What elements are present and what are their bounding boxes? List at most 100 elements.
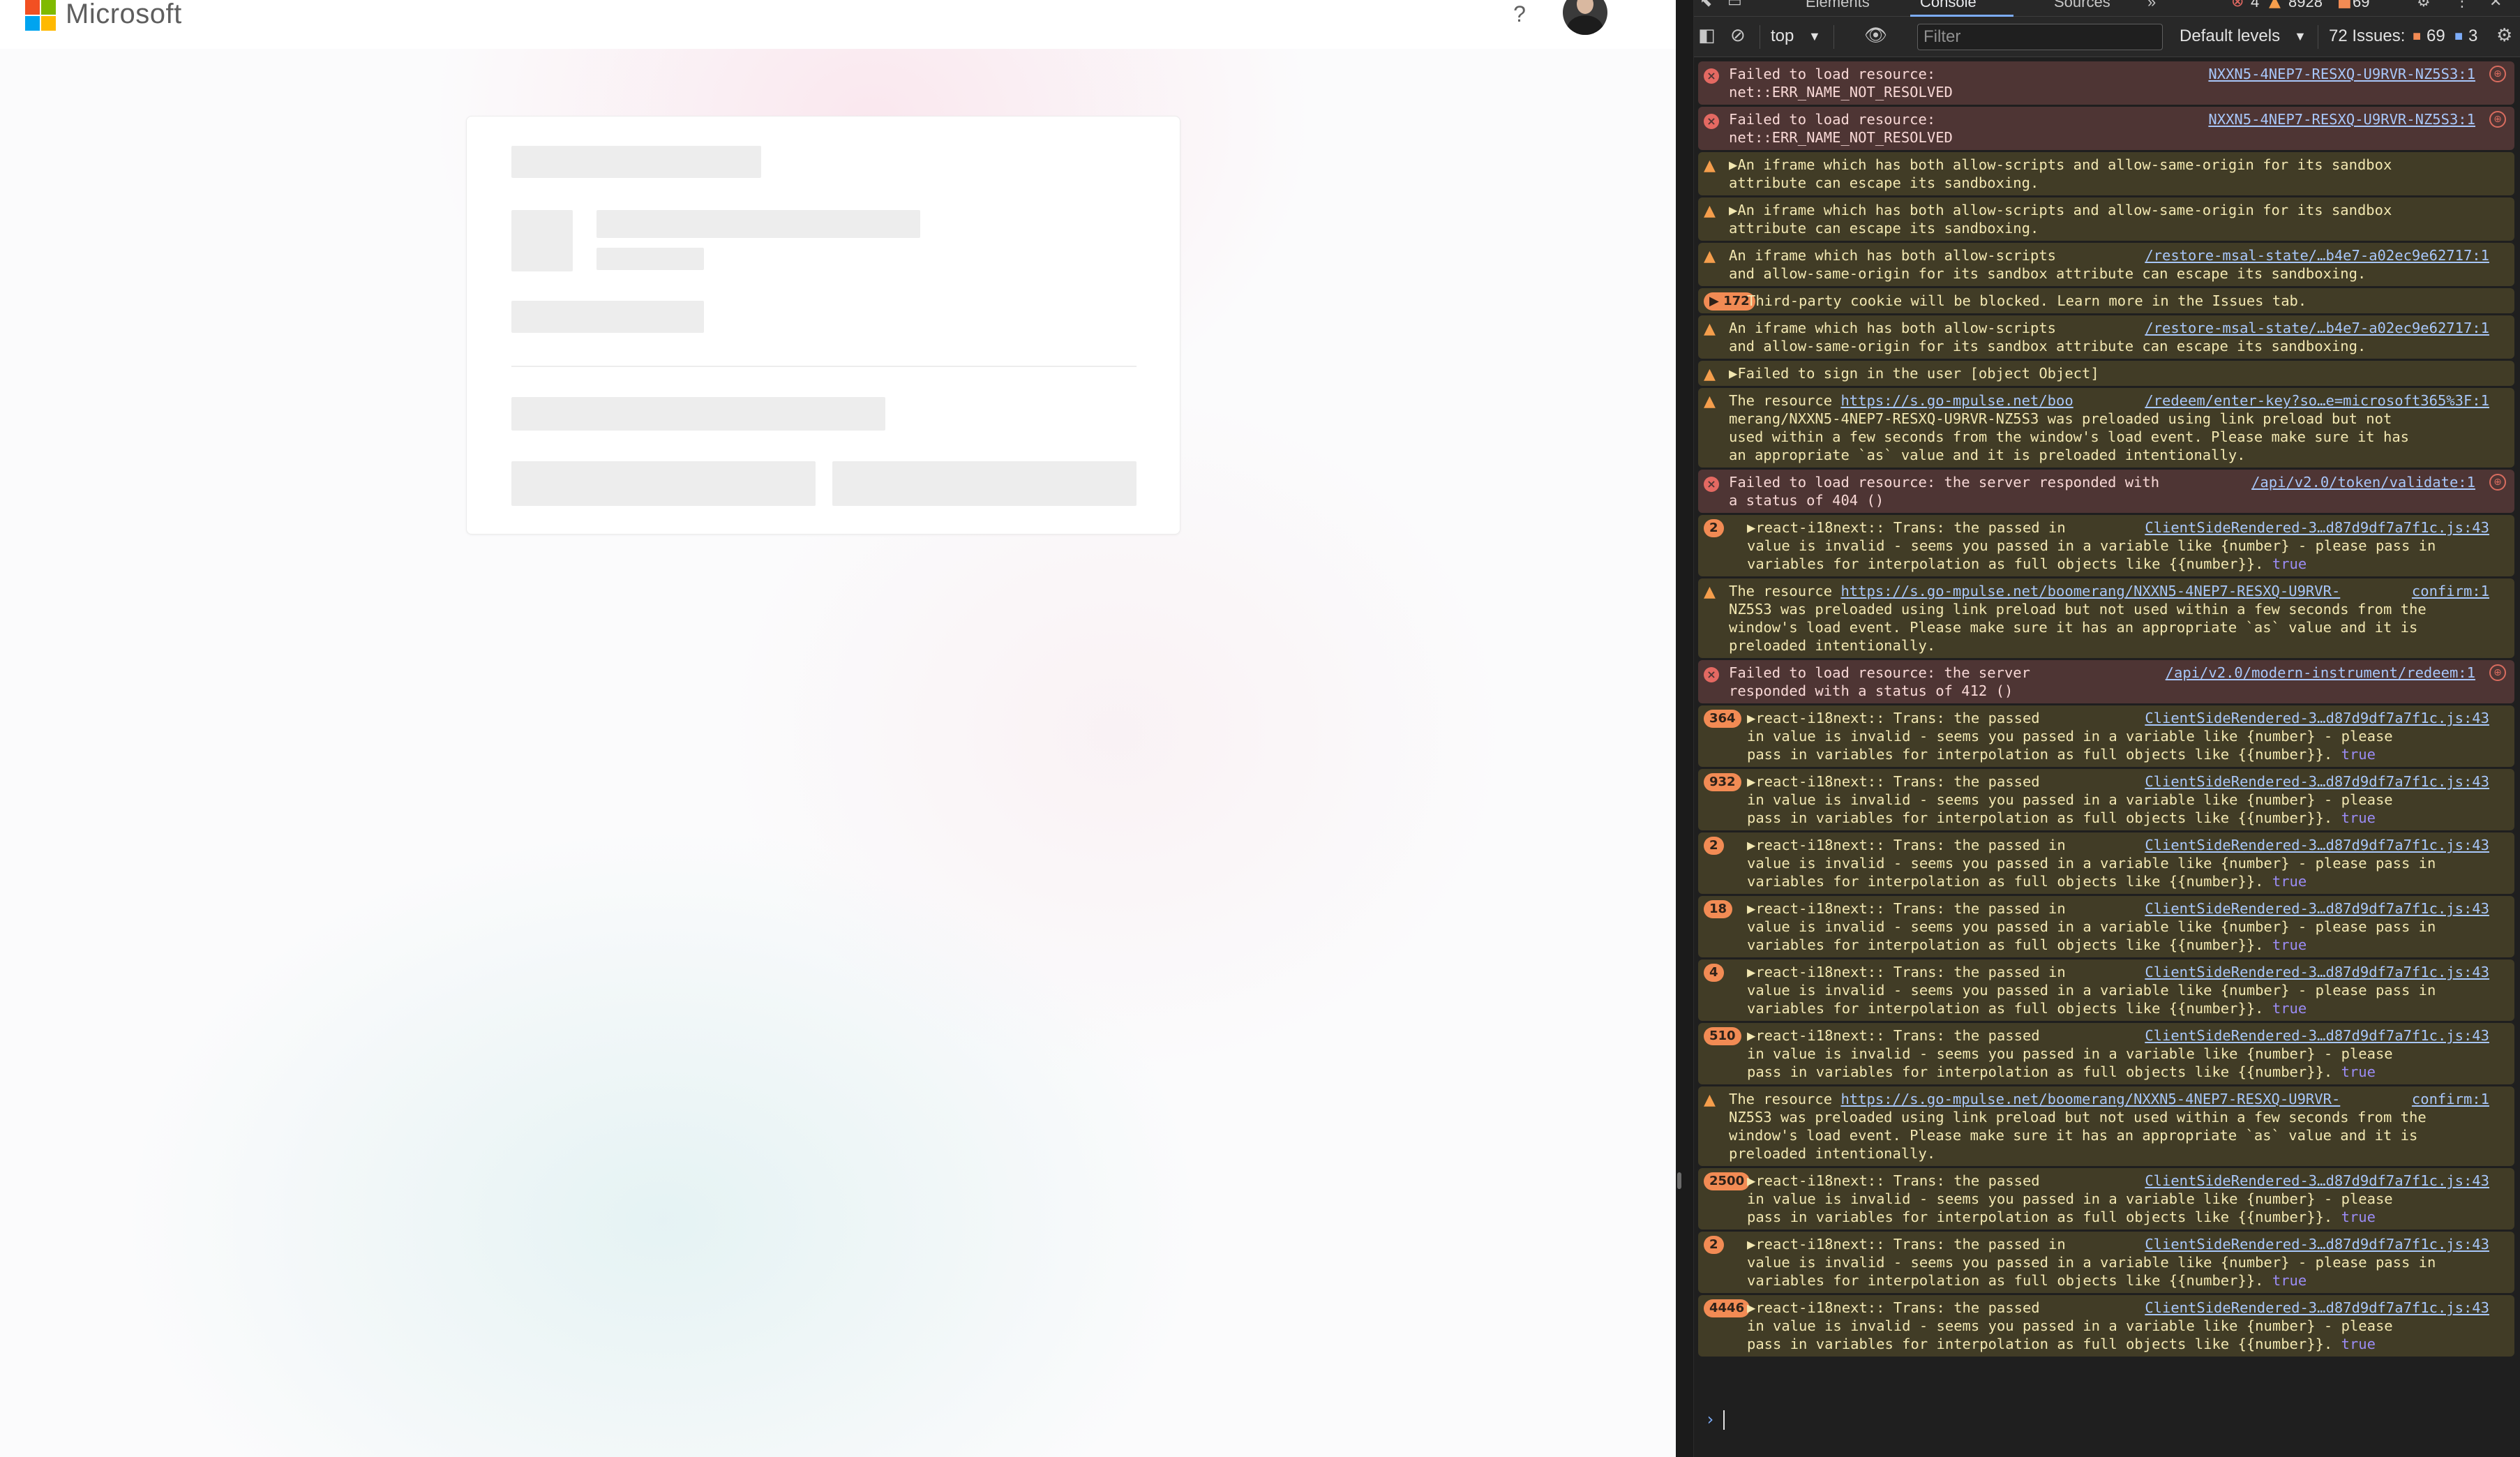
avatar[interactable] <box>1563 0 1607 35</box>
console-message-warning[interactable]: 18 ▶react-i18next:: Trans: the passed in v… <box>1698 896 2514 957</box>
inspect-element-icon[interactable]: ⬉ <box>1700 0 1712 10</box>
loading-card <box>466 116 1180 535</box>
sidebar-toggle-icon[interactable]: ◧ <box>1698 25 1716 46</box>
source-link[interactable]: ClientSideRendered-3…d87d9df7a7f1c.js:43 <box>2139 518 2489 537</box>
context-selector[interactable]: top <box>1771 27 1794 46</box>
source-link[interactable]: ClientSideRendered-3…d87d9df7a7f1c.js:43 <box>2139 1235 2489 1253</box>
chevron-down-icon[interactable]: ▼ <box>1808 27 1821 46</box>
clear-console-icon[interactable]: ⊘ <box>1730 25 1746 46</box>
source-link[interactable]: ClientSideRendered-3…d87d9df7a7f1c.js:43 <box>2139 963 2489 981</box>
source-link[interactable]: ClientSideRendered-3…d87d9df7a7f1c.js:43 <box>2139 1026 2489 1045</box>
issues-info-count[interactable]: 3 <box>2468 27 2477 46</box>
console-settings-gear-icon[interactable]: ⚙ <box>2496 25 2512 46</box>
network-request-icon[interactable]: ⊕ <box>2489 66 2506 82</box>
tab-sources[interactable]: Sources <box>2054 0 2110 11</box>
tab-elements[interactable]: Elements <box>1806 0 1870 11</box>
source-link[interactable]: /api/v2.0/modern-instrument/redeem:1 <box>2159 664 2475 682</box>
source-link[interactable]: confirm:1 <box>2406 1090 2489 1108</box>
repeat-count-badge: 2 <box>1704 1236 1724 1254</box>
message-text: Failed to load resource: net::ERR_NAME_NO… <box>1729 110 1953 147</box>
source-link[interactable]: /redeem/enter-key?so…e=microsoft365%3F:1 <box>2139 391 2489 410</box>
message-line: pass in variables for interpolation as f… <box>1747 1209 2376 1225</box>
console-message-warning[interactable]: 2 ▶react-i18next:: Trans: the passed in va… <box>1698 515 2514 576</box>
message-text: Failed to load resource: the server resp… <box>1729 473 2159 509</box>
console-message-warning[interactable]: 2 ▶react-i18next:: Trans: the passed in va… <box>1698 1232 2514 1293</box>
source-link[interactable]: ClientSideRendered-3…d87d9df7a7f1c.js:43 <box>2139 899 2489 918</box>
message-line: ▶An iframe which has both allow-scripts … <box>1729 202 2392 218</box>
console-message-warning[interactable]: ▶ 172 Third-party cookie will be blocked.… <box>1698 288 2514 313</box>
source-link[interactable]: ClientSideRendered-3…d87d9df7a7f1c.js:43 <box>2139 836 2489 854</box>
issues-warning-count[interactable]: 69 <box>2427 27 2445 46</box>
console-message-warning[interactable]: 4 ▶react-i18next:: Trans: the passed in va… <box>1698 959 2514 1021</box>
source-link[interactable]: ClientSideRendered-3…d87d9df7a7f1c.js:43 <box>2139 709 2489 727</box>
logo-blue-square <box>25 16 40 31</box>
issues-count[interactable]: 69 <box>2353 0 2369 11</box>
warning-count[interactable]: 8928 <box>2288 0 2323 11</box>
console-message-warning[interactable]: ▲ An iframe which has both allow-scripts a… <box>1698 315 2514 359</box>
console-message-warning[interactable]: 364 ▶react-i18next:: Trans: the passed in … <box>1698 705 2514 767</box>
console-message-warning[interactable]: ▲ The resource https://s.go-mpulse.net/bo… <box>1698 1086 2514 1166</box>
console-message-warning[interactable]: ▲ The resource https://s.go-mpulse.net/bo… <box>1698 388 2514 468</box>
prompt-chevron-icon: › <box>1705 1410 1716 1429</box>
source-link[interactable]: ClientSideRendered-3…d87d9df7a7f1c.js:43 <box>2139 772 2489 791</box>
source-link[interactable]: NXXN5-4NEP7-RESXQ-U9RVR-NZ5S3:1 <box>2203 65 2475 83</box>
message-line: in value is invalid - seems you passed i… <box>1747 1045 2393 1062</box>
message-line: variables for interpolation as full obje… <box>1747 555 2307 572</box>
console-message-error[interactable]: × Failed to load resource: net::ERR_NAME_N… <box>1698 61 2514 105</box>
more-options-icon[interactable]: ⋮ <box>2454 0 2470 10</box>
source-link[interactable]: ClientSideRendered-3…d87d9df7a7f1c.js:43 <box>2139 1299 2489 1317</box>
console-message-error[interactable]: × Failed to load resource: the server resp… <box>1698 660 2514 703</box>
console-message-error[interactable]: × Failed to load resource: net::ERR_NAME_N… <box>1698 107 2514 150</box>
message-line: pass in variables for interpolation as f… <box>1747 1063 2376 1080</box>
message-line: responded with a status of 412 () <box>1729 682 2013 699</box>
console-prompt[interactable]: › <box>1694 1403 2520 1436</box>
skeleton-button <box>511 461 816 506</box>
log-levels-dropdown[interactable]: Default levels <box>2180 27 2280 46</box>
source-link[interactable]: ClientSideRendered-3…d87d9df7a7f1c.js:43 <box>2139 1172 2489 1190</box>
repeat-count-badge: 2 <box>1704 519 1724 537</box>
network-request-icon[interactable]: ⊕ <box>2489 111 2506 128</box>
error-count[interactable]: 4 <box>2251 0 2259 11</box>
close-devtools-icon[interactable]: ✕ <box>2489 0 2502 10</box>
live-expression-eye-icon[interactable]: 👁 <box>1864 25 1887 46</box>
logo-green-square <box>41 0 56 15</box>
console-toolbar: ◧ ⊘ top ▼ 👁 Default levels ▼ 72 Issues: … <box>1694 17 2520 57</box>
network-request-icon[interactable]: ⊕ <box>2489 664 2506 681</box>
warning-icon: ▲ <box>1704 583 1716 601</box>
console-message-warning[interactable]: ▲ ▶An iframe which has both allow-scripts… <box>1698 152 2514 195</box>
source-link[interactable]: /restore-msal-state/…b4e7-a02ec9e62717:1 <box>2139 246 2489 264</box>
device-toolbar-icon[interactable]: ▭ <box>1727 0 1742 10</box>
source-link[interactable]: NXXN5-4NEP7-RESXQ-U9RVR-NZ5S3:1 <box>2203 110 2475 128</box>
console-message-warning[interactable]: ▲ ▶Failed to sign in the user [object Obj… <box>1698 361 2514 386</box>
brand-name[interactable]: Microsoft <box>66 0 182 30</box>
console-message-warning[interactable]: ▲ ▶An iframe which has both allow-scripts… <box>1698 197 2514 241</box>
repeat-count-badge: 2500 <box>1704 1172 1750 1190</box>
help-button[interactable]: ? <box>1507 0 1532 31</box>
text-cursor <box>1723 1410 1725 1430</box>
console-message-warning[interactable]: 2500 ▶react-i18next:: Trans: the passed in… <box>1698 1168 2514 1230</box>
network-request-icon[interactable]: ⊕ <box>2489 474 2506 491</box>
message-line: value is invalid - seems you passed in a… <box>1747 537 2436 554</box>
console-message-warning[interactable]: ▲ An iframe which has both allow-scripts a… <box>1698 243 2514 286</box>
screen: Microsoft ? ⬉ ▭ Elements Console Sources… <box>0 0 2520 1457</box>
console-message-warning[interactable]: 2 ▶react-i18next:: Trans: the passed in va… <box>1698 832 2514 894</box>
source-link[interactable]: confirm:1 <box>2406 582 2489 600</box>
microsoft-logo-icon[interactable] <box>25 0 60 31</box>
issues-label[interactable]: 72 Issues: <box>2329 27 2405 46</box>
chevron-down-icon[interactable]: ▼ <box>2294 27 2307 46</box>
split-resize-handle[interactable] <box>1677 1172 1681 1189</box>
source-link[interactable]: /api/v2.0/token/validate:1 <box>2246 473 2475 491</box>
message-line: window's load event. Please make sure it… <box>1729 619 2418 636</box>
console-message-warning[interactable]: 510 ▶react-i18next:: Trans: the passed in … <box>1698 1023 2514 1084</box>
console-message-error[interactable]: × Failed to load resource: the server res… <box>1698 470 2514 513</box>
tabs-overflow-button[interactable]: » <box>2147 0 2156 11</box>
source-link[interactable]: /restore-msal-state/…b4e7-a02ec9e62717:1 <box>2139 319 2489 337</box>
console-message-warning[interactable]: ▲ The resource https://s.go-mpulse.net/bo… <box>1698 578 2514 658</box>
devtools-resize-gutter[interactable] <box>1676 0 1694 1457</box>
message-line: ▶An iframe which has both allow-scripts … <box>1729 156 2392 173</box>
console-message-warning[interactable]: 4446 ▶react-i18next:: Trans: the passed in… <box>1698 1295 2514 1357</box>
tab-console[interactable]: Console <box>1920 0 1977 11</box>
console-filter-input[interactable] <box>1917 24 2163 50</box>
settings-gear-icon[interactable]: ⚙ <box>2417 0 2431 10</box>
console-message-warning[interactable]: 932 ▶react-i18next:: Trans: the passed in … <box>1698 769 2514 830</box>
